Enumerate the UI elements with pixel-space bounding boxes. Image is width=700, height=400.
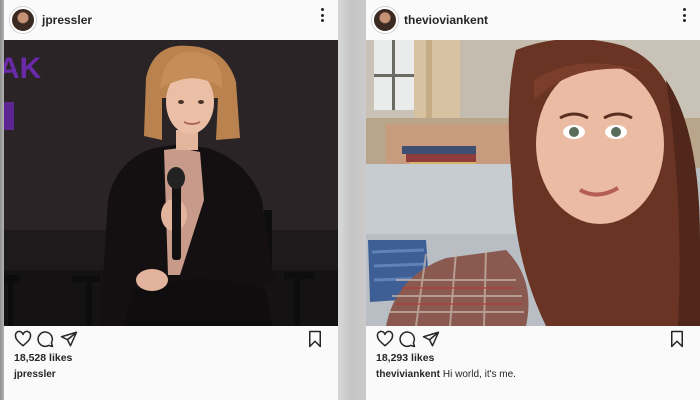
post-caption: theviviankent Hi world, it's me. [376,369,516,380]
post-caption: jpressler [14,369,56,380]
caption-text: Hi world, it's me. [442,369,516,380]
comment-icon[interactable] [36,330,54,348]
backdrop-text: AK [4,52,42,85]
more-options-icon[interactable] [680,6,688,24]
comment-icon[interactable] [398,330,416,348]
likes-count[interactable]: 18,293 likes [376,352,434,364]
post-photo[interactable]: AK [4,40,338,326]
bookmark-icon[interactable] [668,330,686,348]
avatar[interactable] [372,7,398,33]
share-icon[interactable] [422,330,440,348]
post-card-jpressler: jpressler AK 18,528 likes jpressler [4,0,338,400]
caption-username[interactable]: jpressler [14,369,56,380]
post-card-theviviankent: thevioviankent 18,293 likes thevivianken… [366,0,700,400]
likes-count[interactable]: 18,528 likes [14,352,72,364]
heart-icon[interactable] [14,330,32,348]
post-actions [366,326,700,350]
post-photo[interactable] [366,40,700,326]
post-actions [4,326,338,350]
more-options-icon[interactable] [318,6,326,24]
post-username[interactable]: jpressler [42,13,92,27]
bookmark-icon[interactable] [306,330,324,348]
post-header: jpressler [4,0,338,40]
post-username[interactable]: thevioviankent [404,13,488,27]
share-icon[interactable] [60,330,78,348]
post-header: thevioviankent [366,0,700,40]
heart-icon[interactable] [376,330,394,348]
avatar[interactable] [10,7,36,33]
caption-username[interactable]: theviviankent [376,369,440,380]
